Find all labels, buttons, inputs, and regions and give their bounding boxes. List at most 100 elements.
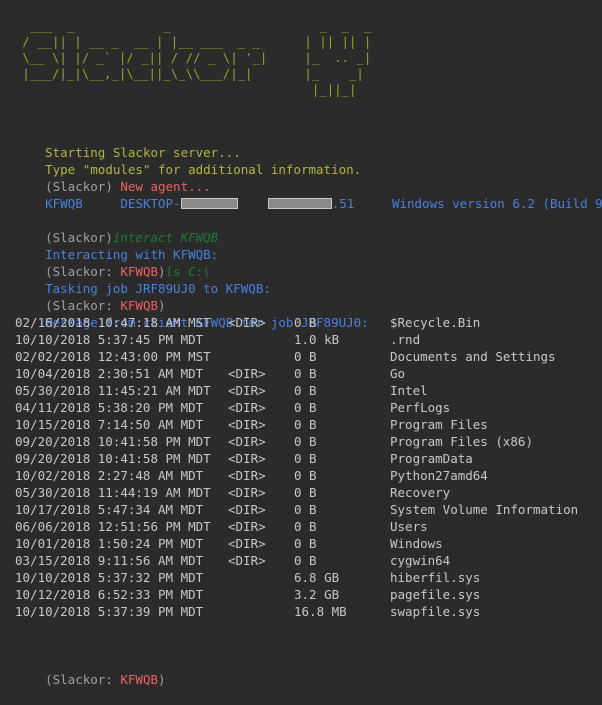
file-dir-marker: <DIR> [228, 553, 266, 568]
table-row: 10/17/2018 5:47:34 AM MDT <DIR> 0 B System … [0, 501, 602, 518]
file-size: 0 B [294, 349, 317, 364]
table-row: 10/15/2018 7:14:50 AM MDT <DIR> 0 B Program… [0, 416, 602, 433]
file-size: 0 B [294, 315, 317, 330]
file-dir-marker: <DIR> [228, 400, 266, 415]
terminal-window[interactable]: ___ _ _ _ _ _ / __|| | __ _ __ | |__ ___… [0, 12, 602, 687]
file-modified-date: 03/15/2018 9:11:56 AM MDT [15, 553, 204, 568]
prompt-agent-id: KFWQB [120, 672, 159, 687]
ip-redaction-box [267, 198, 332, 209]
file-name: ProgramData [390, 451, 473, 466]
file-dir-marker: <DIR> [228, 434, 266, 449]
file-name: swapfile.sys [390, 604, 481, 619]
empty-prompt-line[interactable]: (Slackor: KFWQB) [0, 280, 602, 313]
agent-info-row[interactable]: KFWQB DESKTOP- .51 Windows version 6.2 (… [0, 178, 602, 211]
agent-ip-suffix: .51 [331, 196, 355, 211]
table-row: 04/11/2018 5:38:20 PM MDT <DIR> 0 B PerfLog… [0, 399, 602, 416]
file-name: PerfLogs [390, 400, 451, 415]
file-size: 0 B [294, 417, 317, 432]
table-row: 10/04/2018 2:30:51 AM MDT <DIR> 0 B Go [0, 365, 602, 382]
file-modified-date: 02/02/2018 12:43:00 PM MST [15, 349, 211, 364]
final-prompt-line[interactable]: (Slackor: KFWQB) [0, 654, 602, 687]
file-name: Program Files [390, 417, 488, 432]
file-name: Python27amd64 [390, 468, 488, 483]
table-row: 10/02/2018 2:27:48 AM MDT <DIR> 0 B Python2… [0, 467, 602, 484]
ls-command-line: (Slackor: KFWQB)ls C:\ [0, 246, 602, 279]
shell-prompt-close: ) [158, 672, 166, 687]
file-name: hiberfil.sys [390, 570, 481, 585]
file-name: Recovery [390, 485, 451, 500]
file-name: Intel [390, 383, 428, 398]
table-row: 10/12/2018 6:52:33 PM MDT 3.2 GB pagefile.… [0, 586, 602, 603]
file-size: 0 B [294, 536, 317, 551]
file-dir-marker: <DIR> [228, 417, 266, 432]
agent-id: KFWQB [45, 196, 83, 211]
table-row: 05/30/2018 11:44:19 AM MDT <DIR> 0 B Recove… [0, 484, 602, 501]
file-dir-marker: <DIR> [228, 536, 266, 551]
file-dir-marker: <DIR> [228, 315, 266, 330]
file-name: System Volume Information [390, 502, 579, 517]
file-size: 6.8 GB [294, 570, 340, 585]
file-name: Windows [390, 536, 443, 551]
file-size: 0 B [294, 502, 317, 517]
file-modified-date: 10/15/2018 7:14:50 AM MDT [15, 417, 204, 432]
file-size: 1.0 kB [294, 332, 340, 347]
tasking-job-line: Tasking job JRF89UJ0 to KFWQB: [0, 263, 602, 296]
table-row: 02/02/2018 12:43:00 PM MST 0 B Documents a… [0, 348, 602, 365]
file-modified-date: 02/16/2018 10:47:18 AM MST [15, 315, 211, 330]
table-row: 09/20/2018 10:41:58 PM MDT <DIR> 0 B Progra… [0, 433, 602, 450]
file-name: Documents and Settings [390, 349, 556, 364]
file-modified-date: 09/20/2018 10:41:58 PM MDT [15, 451, 211, 466]
file-dir-marker: <DIR> [228, 485, 266, 500]
file-size: 16.8 MB [294, 604, 347, 619]
file-name: pagefile.sys [390, 587, 481, 602]
file-size: 3.2 GB [294, 587, 340, 602]
file-modified-date: 10/02/2018 2:27:48 AM MDT [15, 468, 204, 483]
table-row: 02/16/2018 10:47:18 AM MST <DIR> 0 B $Recyc… [0, 314, 602, 331]
new-agent-line: (Slackor) New agent... [0, 161, 602, 194]
table-row: 10/01/2018 1:50:24 PM MDT <DIR> 0 B Windows [0, 535, 602, 552]
file-modified-date: 10/04/2018 2:30:51 AM MDT [15, 366, 204, 381]
file-dir-marker: <DIR> [228, 366, 266, 381]
hostname-redaction-box [180, 198, 238, 209]
interacting-with-line: Interacting with KFWQB: [0, 229, 602, 262]
file-size: 0 B [294, 383, 317, 398]
directory-listing: 02/16/2018 10:47:18 AM MST <DIR> 0 B $Recyc… [0, 314, 602, 620]
file-modified-date: 09/20/2018 10:41:58 PM MDT [15, 434, 211, 449]
interact-command-line: (Slackor)interact KFWQB [0, 212, 602, 245]
file-modified-date: 10/10/2018 5:37:32 PM MDT [15, 570, 204, 585]
file-dir-marker: <DIR> [228, 502, 266, 517]
table-row: 10/10/2018 5:37:32 PM MDT 6.8 GB hiberfil.… [0, 569, 602, 586]
message-from-client-line: Message from client KFWQB for job JRF89U… [0, 297, 602, 330]
slackor-ascii-logo: ___ _ _ _ _ _ / __|| | __ _ __ | |__ ___… [22, 19, 372, 97]
file-size: 0 B [294, 451, 317, 466]
table-row: 09/20/2018 10:41:58 PM MDT <DIR> 0 B Progra… [0, 450, 602, 467]
file-name: cygwin64 [390, 553, 451, 568]
file-size: 0 B [294, 434, 317, 449]
table-row: 10/10/2018 5:37:45 PM MDT 1.0 kB .rnd [0, 331, 602, 348]
file-dir-marker: <DIR> [228, 383, 266, 398]
file-modified-date: 10/10/2018 5:37:39 PM MDT [15, 604, 204, 619]
file-size: 0 B [294, 553, 317, 568]
file-size: 0 B [294, 485, 317, 500]
file-size: 0 B [294, 468, 317, 483]
file-name: $Recycle.Bin [390, 315, 481, 330]
file-name: Users [390, 519, 428, 534]
table-row: 05/30/2018 11:45:21 AM MDT <DIR> 0 B Intel [0, 382, 602, 399]
file-modified-date: 10/01/2018 1:50:24 PM MDT [15, 536, 204, 551]
file-dir-marker: <DIR> [228, 519, 266, 534]
file-dir-marker: <DIR> [228, 468, 266, 483]
file-name: .rnd [390, 332, 421, 347]
file-modified-date: 10/10/2018 5:37:45 PM MDT [15, 332, 204, 347]
file-name: Program Files (x86) [390, 434, 533, 449]
agent-os-version: Windows version 6.2 (Build 9200) [391, 196, 602, 211]
file-dir-marker: <DIR> [228, 451, 266, 466]
file-size: 0 B [294, 366, 317, 381]
file-name: Go [390, 366, 406, 381]
file-modified-date: 05/30/2018 11:44:19 AM MDT [15, 485, 211, 500]
shell-prompt-open: (Slackor: [45, 672, 121, 687]
startup-line-1: Starting Slackor server... [0, 127, 602, 160]
file-modified-date: 04/11/2018 5:38:20 PM MDT [15, 400, 204, 415]
